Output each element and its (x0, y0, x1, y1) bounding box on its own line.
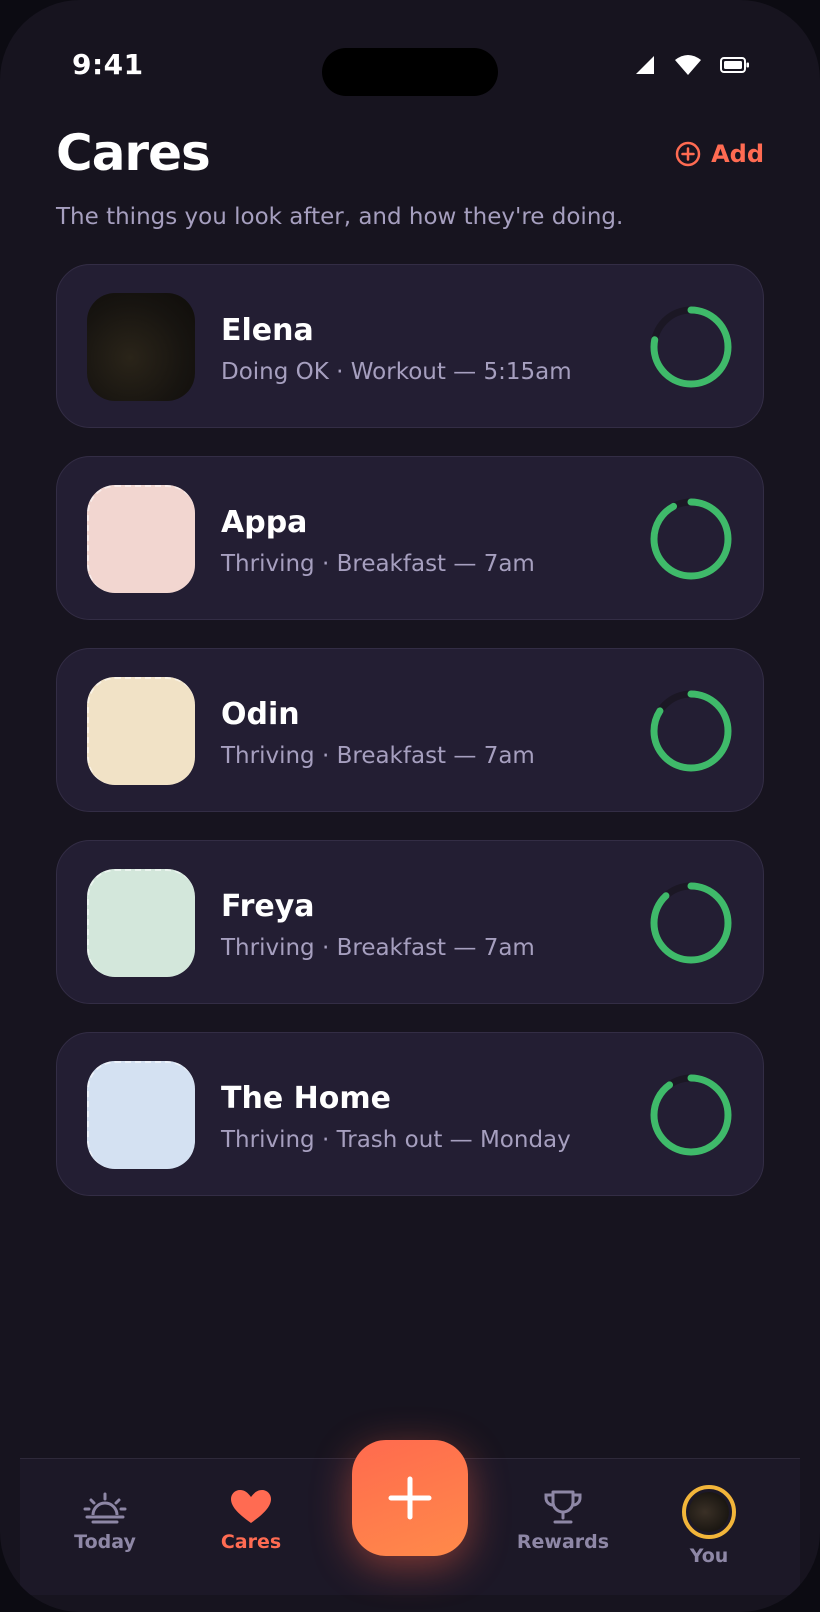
status-icons (634, 54, 750, 76)
care-avatar (87, 1061, 195, 1169)
progress-ring-arc (650, 882, 732, 964)
tab-rewards-label: Rewards (516, 1531, 610, 1553)
plus-icon (388, 1476, 432, 1520)
care-status: Thriving · Breakfast — 7am (221, 551, 535, 577)
care-status: Thriving · Breakfast — 7am (221, 743, 535, 769)
page-subtitle: The things you look after, and how they'… (56, 204, 624, 230)
trophy-icon (544, 1490, 582, 1524)
progress-ring-arc (650, 1074, 732, 1156)
sunrise-icon (83, 1492, 127, 1524)
cares-list: Elena Doing OK · Workout — 5:15am Appa T… (56, 264, 764, 1224)
heart-icon (231, 1490, 271, 1523)
progress-ring-arc (650, 498, 732, 580)
care-avatar (87, 869, 195, 977)
care-avatar (87, 677, 195, 785)
care-status: Thriving · Trash out — Monday (221, 1127, 571, 1153)
care-progress-ring (650, 498, 732, 580)
care-name: Freya (221, 889, 315, 924)
phone-screen: 9:41 Cares Add The things you look after… (0, 0, 820, 1612)
page-title: Cares (56, 124, 211, 182)
add-care-label: Add (711, 140, 764, 168)
care-card[interactable]: Freya Thriving · Breakfast — 7am (56, 840, 764, 1004)
dynamic-island (322, 48, 498, 96)
tab-rewards[interactable]: Rewards (498, 1489, 628, 1553)
care-card[interactable]: Elena Doing OK · Workout — 5:15am (56, 264, 764, 428)
tab-today[interactable]: Today (40, 1489, 170, 1553)
battery-icon (720, 57, 749, 73)
care-progress-ring (650, 882, 732, 964)
care-status: Doing OK · Workout — 5:15am (221, 359, 572, 385)
care-name: Odin (221, 697, 300, 732)
tab-today-label: Today (74, 1531, 136, 1553)
tab-you[interactable]: You (644, 1485, 774, 1567)
care-progress-ring (650, 1074, 732, 1156)
status-time: 9:41 (72, 48, 144, 81)
tab-cares-label: Cares (220, 1531, 282, 1553)
care-progress-ring (650, 690, 732, 772)
cellular-signal-icon (636, 56, 654, 74)
care-card[interactable]: Appa Thriving · Breakfast — 7am (56, 456, 764, 620)
care-name: Appa (221, 505, 308, 540)
care-avatar (87, 293, 195, 401)
profile-avatar (682, 1485, 736, 1539)
care-card[interactable]: The Home Thriving · Trash out — Monday (56, 1032, 764, 1196)
add-care-button[interactable]: Add (675, 140, 764, 168)
care-card[interactable]: Odin Thriving · Breakfast — 7am (56, 648, 764, 812)
care-avatar (87, 485, 195, 593)
care-status: Thriving · Breakfast — 7am (221, 935, 535, 961)
add-fab-button[interactable] (352, 1440, 468, 1556)
care-name: Elena (221, 313, 314, 348)
plus-circle-icon (675, 141, 701, 167)
care-name: The Home (221, 1081, 391, 1116)
wifi-icon (675, 55, 701, 75)
tab-you-label: You (689, 1545, 729, 1567)
tab-cares[interactable]: Cares (186, 1489, 316, 1553)
care-progress-ring (650, 306, 732, 388)
